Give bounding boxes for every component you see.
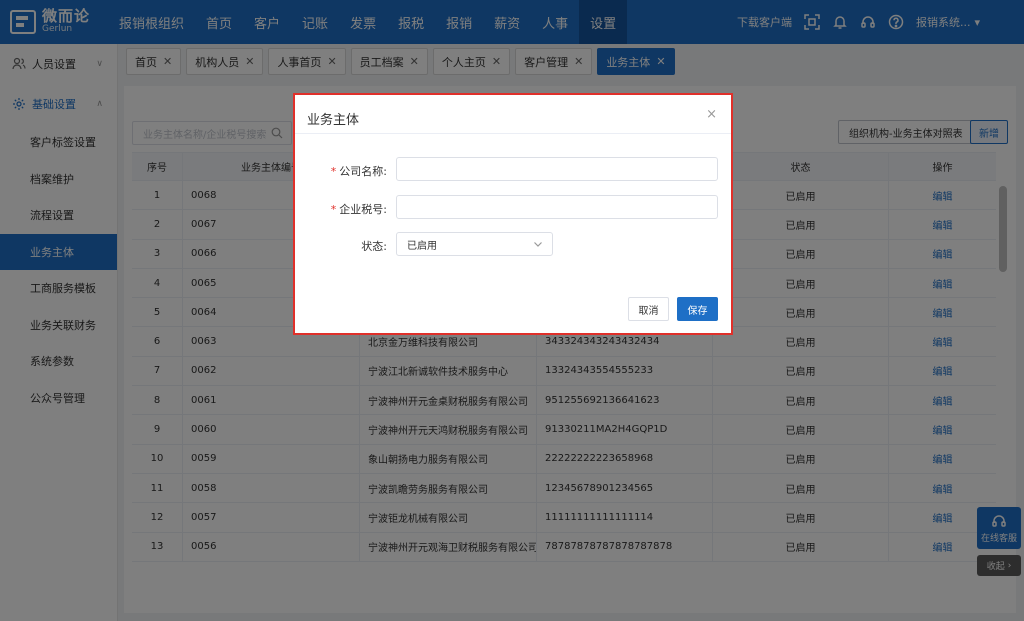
dialog-divider [295,133,731,134]
status-select[interactable]: 已启用 [396,232,553,256]
close-icon[interactable]: × [706,107,717,122]
tax-number-label: * 企业税号: [303,201,387,217]
cancel-button[interactable]: 取消 [628,297,669,321]
status-label: 状态: [361,240,387,253]
required-mark: * [330,165,337,178]
business-entity-dialog: 业务主体 × * 公司名称: * 企业税号: 状态: 已启用 取消 保存 [293,93,733,335]
dialog-title: 业务主体 [307,113,360,128]
company-name-field[interactable] [396,157,718,181]
required-mark: * [330,203,337,216]
company-name-label: * 公司名称: [303,163,387,179]
chevron-down-icon [532,238,544,250]
status-select-value: 已启用 [407,240,437,252]
save-button[interactable]: 保存 [677,297,718,321]
tax-number-label-text: 企业税号: [339,203,387,216]
company-name-label-text: 公司名称: [339,165,387,178]
tax-number-field[interactable] [396,195,718,219]
